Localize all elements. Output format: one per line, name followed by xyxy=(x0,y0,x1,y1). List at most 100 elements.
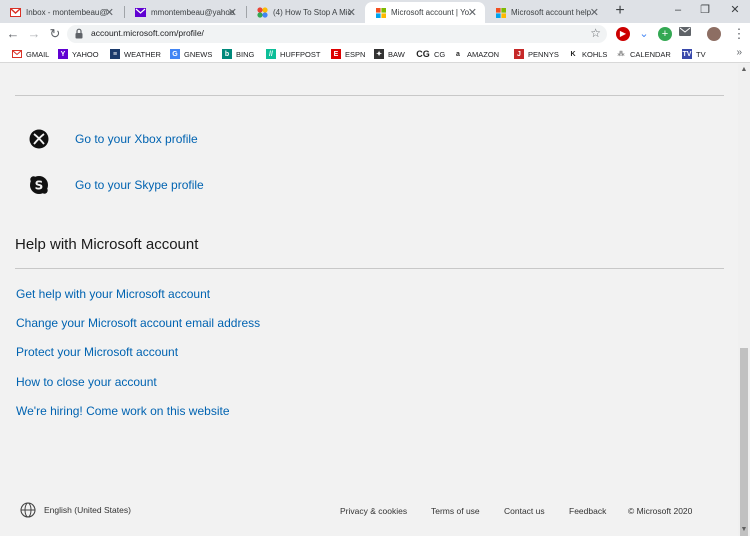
help-link-close-account[interactable]: How to close your account xyxy=(16,375,157,389)
page-content: Go to your Xbox profile S Go to your Sky… xyxy=(0,64,738,536)
microsoft-icon xyxy=(495,7,506,18)
tab-microphone-article[interactable]: (4) How To Stop A Mic ✕ xyxy=(247,2,364,23)
xbox-icon xyxy=(28,128,50,150)
bookmark-pennys[interactable]: J PENNYS xyxy=(514,48,559,60)
help-link-hiring[interactable]: We're hiring! Come work on this website xyxy=(16,404,230,418)
tab-microsoft-help[interactable]: Microsoft account help ✕ xyxy=(485,2,607,23)
tab-microsoft-account[interactable]: Microsoft account | Yo ✕ xyxy=(365,2,485,23)
copyright-text: © Microsoft 2020 xyxy=(628,506,693,516)
bookmark-gnews[interactable]: G GNEWS xyxy=(170,48,212,60)
gmail-icon xyxy=(12,49,22,59)
amazon-icon: a xyxy=(456,50,460,58)
skype-profile-link[interactable]: Go to your Skype profile xyxy=(75,178,204,192)
page-scrollbar[interactable]: ▲ ▼ xyxy=(738,64,750,536)
bookmark-label: GMAIL xyxy=(26,49,50,59)
pinwheel-icon xyxy=(257,7,268,18)
bookmark-label: TV xyxy=(696,49,706,59)
privacy-link[interactable]: Privacy & cookies xyxy=(340,506,407,516)
tab-gmail[interactable]: Inbox - montembeau@ ✕ xyxy=(0,2,122,23)
bookmark-label: CALENDAR xyxy=(630,49,671,59)
bookmark-label: AMAZON xyxy=(467,49,500,59)
bookmark-label: BAW xyxy=(388,49,405,59)
extension-shield-icon[interactable]: ⌄ xyxy=(637,27,651,41)
bookmark-bing[interactable]: b BING xyxy=(222,48,254,60)
contact-link[interactable]: Contact us xyxy=(504,506,545,516)
bookmark-label: PENNYS xyxy=(528,49,559,59)
yahoo-mail-icon xyxy=(135,7,146,18)
tab-yahoo-mail[interactable]: mmontembeau@yahoo ✕ xyxy=(125,2,245,23)
espn-icon: E xyxy=(331,49,341,59)
scrollbar-thumb[interactable] xyxy=(740,348,748,536)
help-link-protect-account[interactable]: Protect your Microsoft account xyxy=(16,345,178,359)
bookmark-baw[interactable]: ✦ BAW xyxy=(374,48,405,60)
xbox-profile-row: Go to your Xbox profile xyxy=(28,128,198,150)
language-label: English (United States) xyxy=(44,505,131,515)
bookmark-label: YAHOO xyxy=(72,49,99,59)
bookmark-espn[interactable]: E ESPN xyxy=(331,48,365,60)
kohls-icon: K xyxy=(570,50,576,58)
bookmark-star-icon[interactable]: ☆ xyxy=(590,26,601,40)
bookmark-amazon[interactable]: a AMAZON xyxy=(453,48,499,60)
restore-icon[interactable]: ❐ xyxy=(695,2,715,18)
reload-icon[interactable]: ↻ xyxy=(46,25,64,43)
bookmarks-bar: GMAIL Y YAHOO ≡ WEATHER G GNEWS b BING // HUF… xyxy=(0,45,750,63)
feedback-link[interactable]: Feedback xyxy=(569,506,606,516)
help-link-change-email[interactable]: Change your Microsoft account email addr… xyxy=(16,316,260,330)
svg-text:S: S xyxy=(35,179,44,193)
minimize-icon[interactable]: – xyxy=(668,2,688,18)
bookmark-label: BING xyxy=(236,49,255,59)
more-bookmarks-icon[interactable]: » xyxy=(736,47,742,58)
gmail-icon xyxy=(10,7,21,18)
microsoft-icon xyxy=(375,7,386,18)
bookmark-label: KOHLS xyxy=(582,49,608,59)
bookmark-gmail[interactable]: GMAIL xyxy=(12,48,49,60)
close-window-icon[interactable]: ✕ xyxy=(725,2,745,18)
bookmark-calendar[interactable]: ⁂ CALENDAR xyxy=(616,48,671,60)
help-link-get-help[interactable]: Get help with your Microsoft account xyxy=(16,287,210,301)
profile-avatar[interactable] xyxy=(707,27,721,41)
bookmark-label: CG xyxy=(434,49,446,59)
help-section-title: Help with Microsoft account xyxy=(15,236,199,253)
skype-icon: S xyxy=(28,174,50,196)
new-tab-button[interactable]: + xyxy=(612,2,628,20)
jcpenney-icon: J xyxy=(514,49,524,59)
bing-icon: b xyxy=(222,49,232,59)
back-arrow-icon[interactable]: ← xyxy=(4,25,22,43)
address-bar[interactable]: account.microsoft.com/profile/ ☆ xyxy=(67,25,607,43)
close-tab-icon[interactable]: ✕ xyxy=(347,6,356,19)
bookmark-kohls[interactable]: K KOHLS xyxy=(568,48,607,60)
language-selector[interactable]: English (United States) xyxy=(20,502,131,518)
cg-icon: CG xyxy=(416,49,430,59)
skype-profile-row: S Go to your Skype profile xyxy=(28,174,204,196)
terms-link[interactable]: Terms of use xyxy=(431,506,480,516)
extension-record-icon[interactable]: ▶ xyxy=(616,27,630,41)
scroll-down-arrow-icon[interactable]: ▼ xyxy=(738,524,750,536)
bookmark-huffpost[interactable]: // HUFFPOST xyxy=(266,48,320,60)
browser-toolbar: ← → ↻ account.microsoft.com/profile/ ☆ ▶… xyxy=(0,23,750,45)
section-divider xyxy=(15,95,724,96)
calendar-icon: ⁂ xyxy=(617,51,625,58)
close-tab-icon[interactable]: ✕ xyxy=(105,6,114,19)
close-tab-icon[interactable]: ✕ xyxy=(468,6,477,19)
tab-strip: Inbox - montembeau@ ✕ mmontembeau@yahoo … xyxy=(0,0,750,23)
menu-kebab-icon[interactable]: ⋮ xyxy=(730,25,748,43)
bookmark-label: GNEWS xyxy=(184,49,213,59)
bookmark-cg[interactable]: CG CG xyxy=(416,48,445,60)
xbox-profile-link[interactable]: Go to your Xbox profile xyxy=(75,132,198,146)
bookmark-label: WEATHER xyxy=(124,49,161,59)
bookmark-yahoo[interactable]: Y YAHOO xyxy=(58,48,99,60)
close-tab-icon[interactable]: ✕ xyxy=(228,6,237,19)
bookmark-weather[interactable]: ≡ WEATHER xyxy=(110,48,161,60)
extension-mail-icon[interactable] xyxy=(678,27,692,41)
scroll-up-arrow-icon[interactable]: ▲ xyxy=(738,64,750,76)
page-footer: English (United States) Privacy & cookie… xyxy=(0,502,738,522)
huffpost-icon: // xyxy=(266,49,276,59)
lock-icon xyxy=(75,28,83,39)
help-divider xyxy=(15,268,724,269)
baw-icon: ✦ xyxy=(374,49,384,59)
yahoo-icon: Y xyxy=(58,49,68,59)
extension-plus-icon[interactable]: + xyxy=(658,27,672,41)
bookmark-tv[interactable]: TV TV xyxy=(682,48,706,60)
close-tab-icon[interactable]: ✕ xyxy=(590,6,599,19)
forward-arrow-icon[interactable]: → xyxy=(25,25,43,43)
